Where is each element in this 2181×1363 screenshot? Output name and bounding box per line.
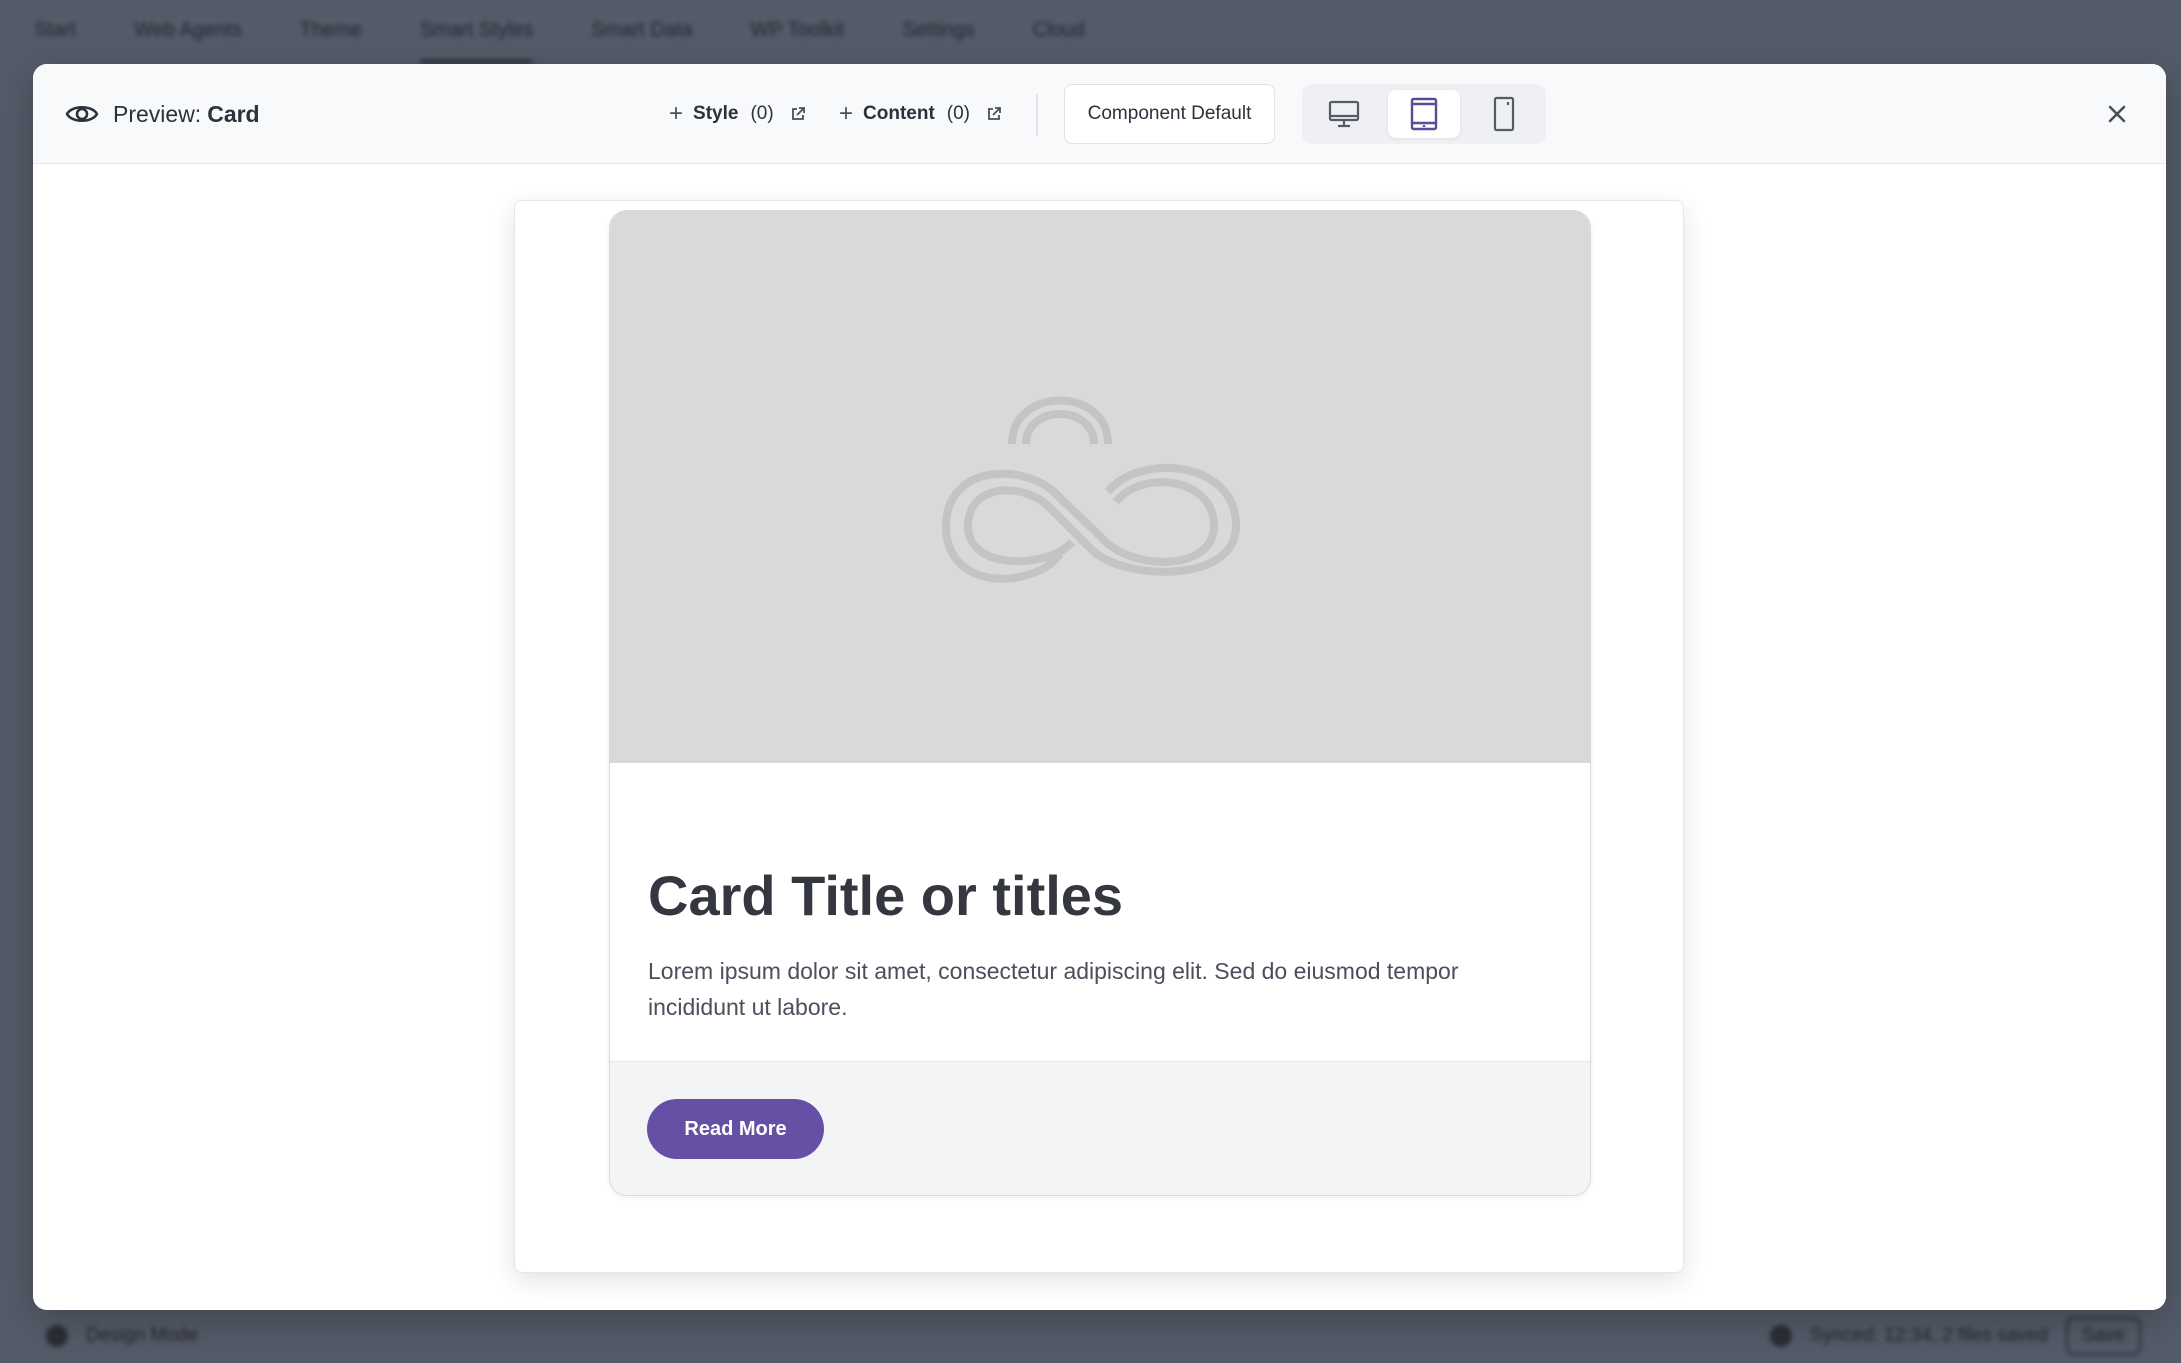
- content-button-label: Content: [863, 103, 935, 124]
- style-button-label: Style: [693, 103, 739, 124]
- bg-nav-cloud: Cloud: [1032, 18, 1085, 41]
- bg-nav-smart-styles: Smart Styles: [419, 18, 534, 64]
- device-desktop-button[interactable]: [1308, 90, 1381, 138]
- bg-nav-settings: Settings: [902, 18, 975, 41]
- user-icon: [46, 1324, 68, 1347]
- add-style-button[interactable]: + Style (0): [669, 96, 806, 132]
- device-tablet-button[interactable]: [1387, 90, 1461, 138]
- add-content-button[interactable]: + Content (0): [839, 96, 1002, 132]
- content-button-count: (0): [946, 103, 971, 124]
- card-image-placeholder: [610, 211, 1590, 763]
- preview-title-prefix: Preview:: [113, 100, 202, 127]
- preview-frame: Card Title or titles Lorem ipsum dolor s…: [514, 200, 1684, 1273]
- style-button-count: (0): [750, 103, 774, 124]
- card-description: Lorem ipsum dolor sit amet, consectetur …: [648, 958, 1459, 1020]
- modal-header: Preview: Card + Style (0) + Content (0): [33, 64, 2166, 164]
- eye-icon: [65, 105, 99, 123]
- device-switcher: [1302, 84, 1546, 144]
- external-link-icon[interactable]: [986, 106, 1002, 122]
- sync-icon: [1770, 1324, 1793, 1347]
- bg-nav-start: Start: [34, 18, 77, 41]
- device-mobile-button[interactable]: [1467, 90, 1540, 138]
- plus-icon: +: [839, 100, 854, 127]
- bg-nav-wp-toolkit: WP Toolkit: [750, 18, 845, 41]
- header-divider: [1036, 94, 1038, 136]
- bg-nav-web-agents: Web Agents: [134, 18, 242, 41]
- bg-footer-left: Design Mode: [46, 1324, 198, 1347]
- bg-nav-theme: Theme: [299, 18, 362, 41]
- preview-title: Preview: Card: [65, 96, 260, 132]
- desktop-icon: [1329, 100, 1360, 128]
- background-footer: Design Mode Synced: 12:34, 2 files saved…: [0, 1308, 2181, 1363]
- variant-select[interactable]: Component Default: [1064, 84, 1275, 144]
- bg-footer-save: Save: [2065, 1316, 2141, 1355]
- external-link-icon[interactable]: [790, 106, 806, 122]
- bg-footer-status: Synced: 12:34, 2 files saved: [1810, 1324, 2048, 1346]
- close-icon: [2108, 105, 2126, 123]
- bg-nav-smart-data: Smart Data: [591, 18, 693, 41]
- background-navigation: Start Web Agents Theme Smart Styles Smar…: [0, 0, 2181, 64]
- tablet-icon: [1410, 97, 1438, 131]
- close-button[interactable]: [2101, 98, 2133, 130]
- preview-modal: Preview: Card + Style (0) + Content (0): [33, 64, 2166, 1310]
- modal-body: Card Title or titles Lorem ipsum dolor s…: [33, 164, 2166, 1310]
- card-footer: Read More: [610, 1061, 1590, 1195]
- bg-footer-mode: Design Mode: [86, 1324, 198, 1346]
- card-body: Card Title or titles Lorem ipsum dolor s…: [610, 763, 1590, 1061]
- card-title: Card Title or titles: [648, 864, 1124, 927]
- card-component: Card Title or titles Lorem ipsum dolor s…: [609, 210, 1591, 1196]
- bg-footer-right: Synced: 12:34, 2 files saved Save: [1770, 1316, 2141, 1355]
- preview-title-name: Card: [207, 100, 260, 127]
- mobile-icon: [1493, 96, 1514, 132]
- read-more-button[interactable]: Read More: [647, 1099, 824, 1159]
- cloud-logo-icon: [941, 396, 1241, 583]
- plus-icon: +: [669, 100, 684, 127]
